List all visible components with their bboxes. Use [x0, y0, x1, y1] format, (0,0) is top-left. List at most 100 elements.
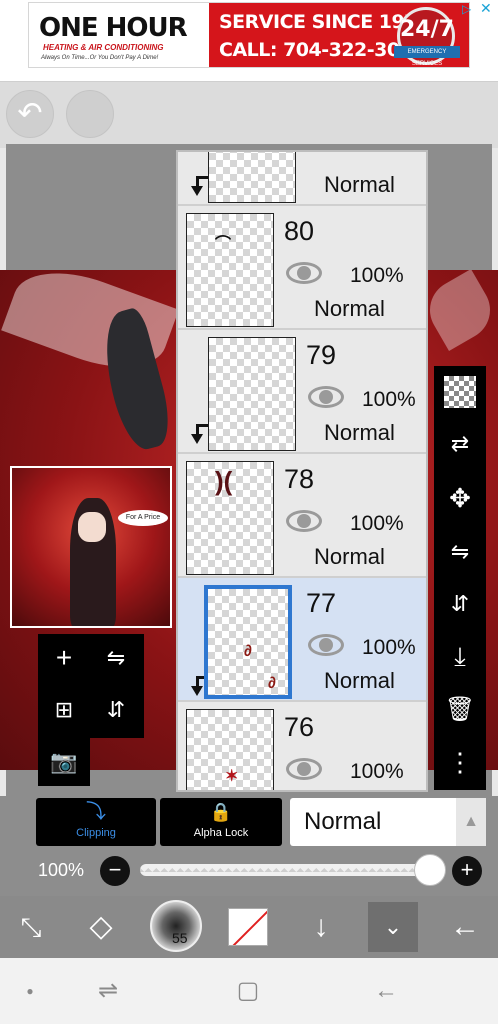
clipping-indicator-icon [190, 176, 209, 198]
flip-horizontal-icon[interactable]: ⇋ [96, 638, 136, 678]
camera-icon[interactable]: 📷 [44, 742, 84, 782]
ad-brand: ONE HOUR [39, 13, 188, 43]
eye-icon[interactable] [308, 384, 344, 408]
alpha-lock-button[interactable]: 🔒 Alpha Lock [160, 798, 282, 846]
duplicate-layer-icon[interactable]: ⊞ [44, 690, 84, 730]
chevron-up-icon[interactable]: ▲ [456, 798, 486, 846]
flip-vertical-icon[interactable]: ⇵ [440, 584, 480, 624]
layer-opacity: 100% [350, 264, 404, 287]
canvas-preview[interactable]: For A Price [10, 466, 172, 628]
lock-icon: 🔒 [209, 802, 233, 822]
eye-icon[interactable] [286, 756, 322, 780]
flip-horizontal-icon[interactable]: ⇋ [440, 532, 480, 572]
bottom-toolbar: ⤡ ◇ 55 ↓ ⌄ ← [0, 896, 498, 958]
layer-thumbnail[interactable] [208, 337, 296, 451]
layer-blend-mode: Normal [324, 172, 395, 197]
layer-blend-mode: Normal [314, 296, 385, 321]
ad-badge-text: 24/7 [400, 17, 454, 42]
back-icon[interactable]: ← [366, 974, 406, 1008]
move-layer-icon[interactable]: ⇄ [440, 424, 480, 464]
ad-red-panel: SERVICE SINCE 1971 CALL: 704-322-3058 24… [209, 3, 469, 67]
layer-opacity: 100% [350, 512, 404, 535]
layer-content-mark: ∂ [268, 675, 276, 692]
transparency-icon[interactable] [444, 376, 476, 408]
layer-thumbnail[interactable]: )( [186, 461, 274, 575]
ad-content[interactable]: ONE HOUR HEATING & AIR CONDITIONING Alwa… [28, 2, 470, 68]
ad-tagline: HEATING & AIR CONDITIONING [43, 43, 164, 52]
flip-vertical-icon[interactable]: ⇵ [96, 690, 136, 730]
layer-number: 78 [284, 464, 315, 494]
layer-tool-panel-top: + ⇋ ⊞ ⇵ [38, 634, 144, 738]
add-layer-icon[interactable]: + [44, 638, 84, 678]
ad-badge-sub: EMERGENCY SERVICES [394, 46, 460, 67]
layer-content-mark: ⌒ [215, 236, 232, 253]
eraser-icon[interactable]: ◇ [76, 902, 126, 952]
layer-tool-panel-bottom: 📷 [38, 738, 90, 786]
layer-tool-panel: + ⇋ ⊞ ⇵ 📷 [38, 634, 144, 786]
layer-opacity: 100% [362, 636, 416, 659]
layer-thumbnail[interactable] [208, 152, 296, 203]
system-nav-bar: ● ⇌ ▢ ← [0, 958, 498, 1024]
clipping-icon: ⤵ [86, 801, 106, 823]
layer-thumbnail[interactable]: ✶ [186, 709, 274, 790]
layer-thumbnail[interactable]: ⌒ [186, 213, 274, 327]
layer-item[interactable]: 79 100% Normal [178, 330, 426, 454]
eye-icon[interactable] [286, 508, 322, 532]
clipping-indicator-icon [190, 424, 209, 446]
home-icon[interactable]: ▢ [228, 974, 268, 1008]
brush-size-value: 55 [172, 930, 188, 946]
blend-mode-value: Normal [304, 808, 382, 835]
layer-blend-mode: Normal [324, 420, 395, 445]
layer-opacity: 100% [362, 388, 416, 411]
clipping-button[interactable]: ⤵ Clipping [36, 798, 156, 846]
eye-icon[interactable] [286, 260, 322, 284]
dot-icon[interactable]: ● [10, 974, 50, 1008]
opacity-label: 100% [38, 860, 85, 880]
back-arrow-icon[interactable]: ← [440, 902, 490, 952]
close-icon[interactable]: ✕ [480, 0, 494, 16]
layer-item-selected[interactable]: ∂ ∂ 77 100% Normal [178, 578, 426, 702]
color-picker-button[interactable] [228, 908, 268, 946]
layer-item[interactable]: )( 78 100% Normal [178, 454, 426, 578]
top-toolbar: ↶ [0, 82, 498, 148]
layer-blend-mode: Normal [324, 668, 395, 693]
clipping-label: Clipping [76, 827, 116, 839]
layer-thumbnail[interactable]: ∂ ∂ [204, 585, 292, 699]
layer-item[interactable]: ⌒ 80 100% Normal [178, 206, 426, 330]
chevron-down-icon[interactable]: ⌄ [368, 902, 418, 952]
layer-content-mark: )( [215, 466, 233, 496]
layer-content-mark: ✶ [225, 768, 239, 785]
opacity-slider[interactable] [140, 864, 440, 876]
layer-content-mark: ∂ [244, 643, 252, 660]
more-options-icon[interactable]: ⋮ [440, 742, 480, 782]
layer-number: 80 [284, 216, 315, 246]
decrease-opacity-button[interactable]: − [100, 856, 130, 886]
preview-face [78, 512, 106, 542]
redo-button[interactable] [66, 90, 114, 138]
ad-banner[interactable]: ONE HOUR HEATING & AIR CONDITIONING Alwa… [0, 0, 498, 82]
increase-opacity-button[interactable]: + [452, 856, 482, 886]
arrow-down-icon[interactable]: ↓ [296, 902, 346, 952]
layer-number: 77 [306, 588, 337, 618]
layer-controls: ⤵ Clipping 🔒 Alpha Lock Normal ▲ 100% − … [0, 796, 498, 896]
recent-apps-icon[interactable]: ⇌ [88, 974, 128, 1008]
opacity-slider-knob[interactable] [414, 854, 446, 886]
merge-down-icon[interactable]: ⤓ [440, 636, 480, 676]
layers-panel[interactable]: Normal ⌒ 80 100% Normal 79 100% Normal )… [176, 150, 428, 792]
eye-icon[interactable] [308, 632, 344, 656]
transform-tool-icon[interactable]: ⤡ [6, 902, 56, 952]
ad-logo: ONE HOUR HEATING & AIR CONDITIONING Alwa… [29, 3, 209, 67]
layer-item[interactable]: ✶ 76 100% [178, 702, 426, 790]
move-icon[interactable]: ✥ [440, 478, 480, 518]
brush-size-button[interactable]: 55 [150, 900, 202, 952]
info-icon[interactable]: ▷ [462, 2, 476, 16]
undo-icon: ↶ [17, 97, 43, 130]
layer-opacity: 100% [350, 760, 404, 783]
ad-badge: 24/7 EMERGENCY SERVICES [394, 7, 460, 67]
preview-speech-bubble: For A Price [118, 510, 168, 526]
layer-number: 76 [284, 712, 315, 742]
layer-item[interactable]: Normal [178, 152, 426, 206]
trash-icon[interactable]: 🗑 [440, 690, 480, 730]
undo-button[interactable]: ↶ [6, 90, 54, 138]
blend-mode-select[interactable]: Normal ▲ [290, 798, 486, 846]
